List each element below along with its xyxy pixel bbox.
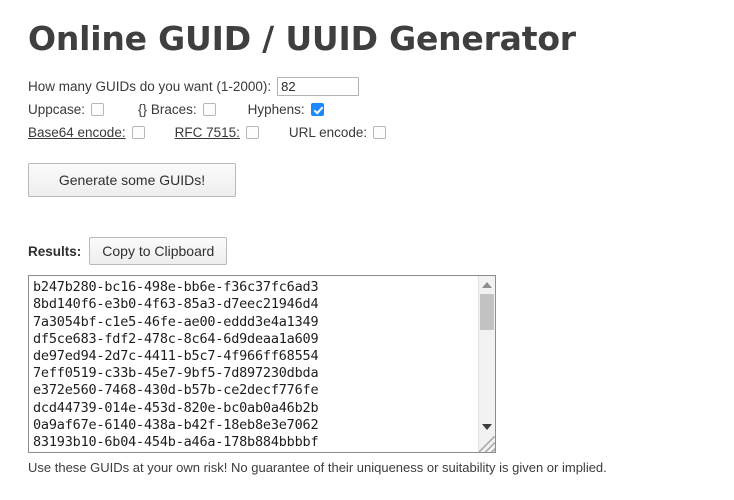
count-row: How many GUIDs do you want (1-2000): [28, 75, 720, 97]
checkbox-rfc-7515[interactable] [245, 125, 259, 139]
guid-line: dcd44739-014e-453d-820e-bc0ab0a46b2b [33, 399, 319, 416]
checkbox-uppcase[interactable] [91, 102, 105, 116]
option-label-url-encode: URL encode: [288, 124, 368, 140]
scroll-down-arrow-icon[interactable] [479, 420, 495, 434]
option-label-hyphens: Hyphens: [247, 101, 305, 117]
checkbox-braces[interactable] [202, 102, 216, 116]
option-link-rfc-7515[interactable]: RFC 7515: [175, 125, 240, 140]
copy-to-clipboard-button[interactable]: Copy to Clipboard [89, 237, 228, 266]
guid-line: 8bd140f6-e3b0-4f63-85a3-d7eec21946d4 [33, 296, 319, 313]
count-label: How many GUIDs do you want (1-2000): [28, 78, 272, 94]
guid-line: de97ed94-2d7c-4411-b5c7-4f966ff68554 [33, 348, 319, 365]
checkbox-url-encode[interactable] [373, 125, 387, 139]
results-header: Results: Copy to Clipboard [14, 197, 720, 266]
option-label-uppcase: Uppcase: [28, 101, 86, 117]
guid-line: 0a9af67e-6140-438a-b42f-18eb8e3e7062 [33, 416, 319, 433]
generate-guids-button[interactable]: Generate some GUIDs! [28, 163, 236, 198]
guid-line: 7eff0519-c33b-45e7-9bf5-7d897230dbda [33, 365, 319, 382]
guid-count-input[interactable] [277, 76, 360, 96]
page-title: Online GUID / UUID Generator [28, 19, 576, 58]
guid-line: df5ce683-fdf2-478c-8c64-6d9deaa1a609 [33, 330, 319, 347]
results-label: Results: [28, 243, 82, 259]
guid-generator-page: Online GUID / UUID Generator How many GU… [0, 0, 734, 500]
option-link-base64[interactable]: Base64 encode: [28, 125, 126, 140]
scroll-up-arrow-icon[interactable] [479, 278, 495, 292]
guid-line: 7a3054bf-c1e5-46fe-ae00-eddd3e4a1349 [33, 313, 319, 330]
guid-line: b247b280-bc16-498e-bb6e-f36c37fc6ad3 [33, 279, 319, 296]
results-scrollbar[interactable] [478, 276, 495, 453]
generator-form: How many GUIDs do you want (1-2000): Upp… [14, 59, 720, 143]
generate-button-wrap: Generate some GUIDs! [14, 143, 720, 198]
guid-line: 83193b10-6b04-454b-a46a-178b884bbbbf [33, 434, 319, 451]
checkbox-hyphens[interactable] [310, 102, 324, 116]
results-textarea[interactable]: b247b280-bc16-498e-bb6e-f36c37fc6ad3 8bd1… [28, 275, 496, 454]
option-label-braces: {} Braces: [138, 101, 197, 117]
options-row-1: Uppcase: {} Braces: Hyphens: [28, 98, 720, 120]
scrollbar-thumb[interactable] [480, 294, 494, 331]
resize-handle-icon[interactable] [479, 436, 495, 453]
options-row-2: Base64 encode: RFC 7515: URL encode: [28, 121, 720, 143]
disclaimer-text: Use these GUIDs at your own risk! No gua… [28, 460, 607, 476]
checkbox-base64-encode[interactable] [131, 125, 145, 139]
results-textarea-wrap: b247b280-bc16-498e-bb6e-f36c37fc6ad3 8bd1… [28, 275, 496, 454]
guid-line: e372e560-7468-430d-b57b-ce2decf776fe [33, 382, 319, 399]
